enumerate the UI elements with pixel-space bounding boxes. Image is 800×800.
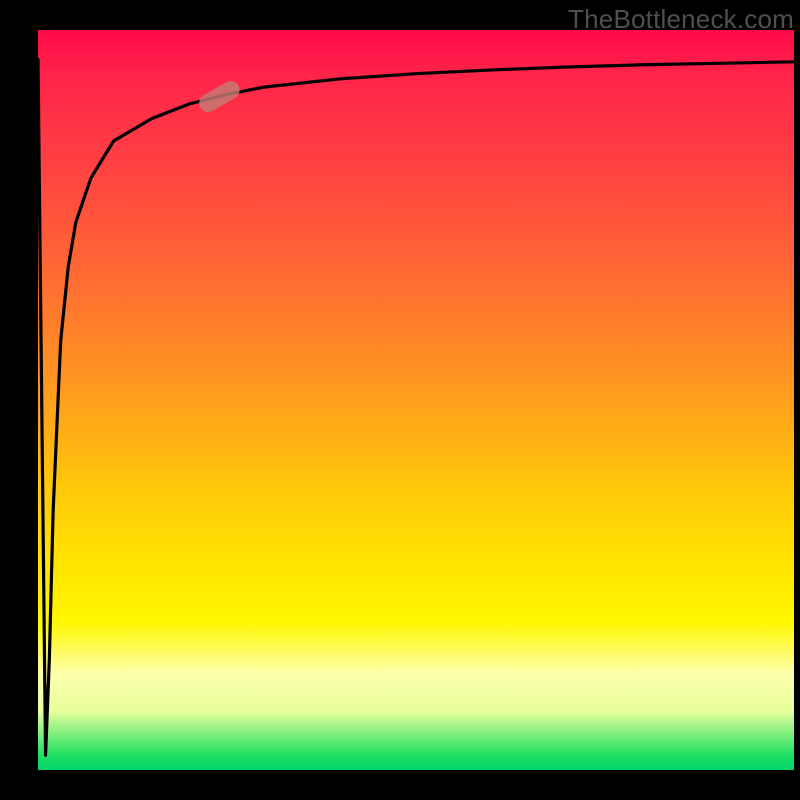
curve-marker xyxy=(196,78,243,116)
curve-svg xyxy=(38,30,794,770)
bottleneck-curve xyxy=(38,60,794,756)
plot-area xyxy=(38,30,794,770)
chart-container: TheBottleneck.com xyxy=(0,0,800,800)
